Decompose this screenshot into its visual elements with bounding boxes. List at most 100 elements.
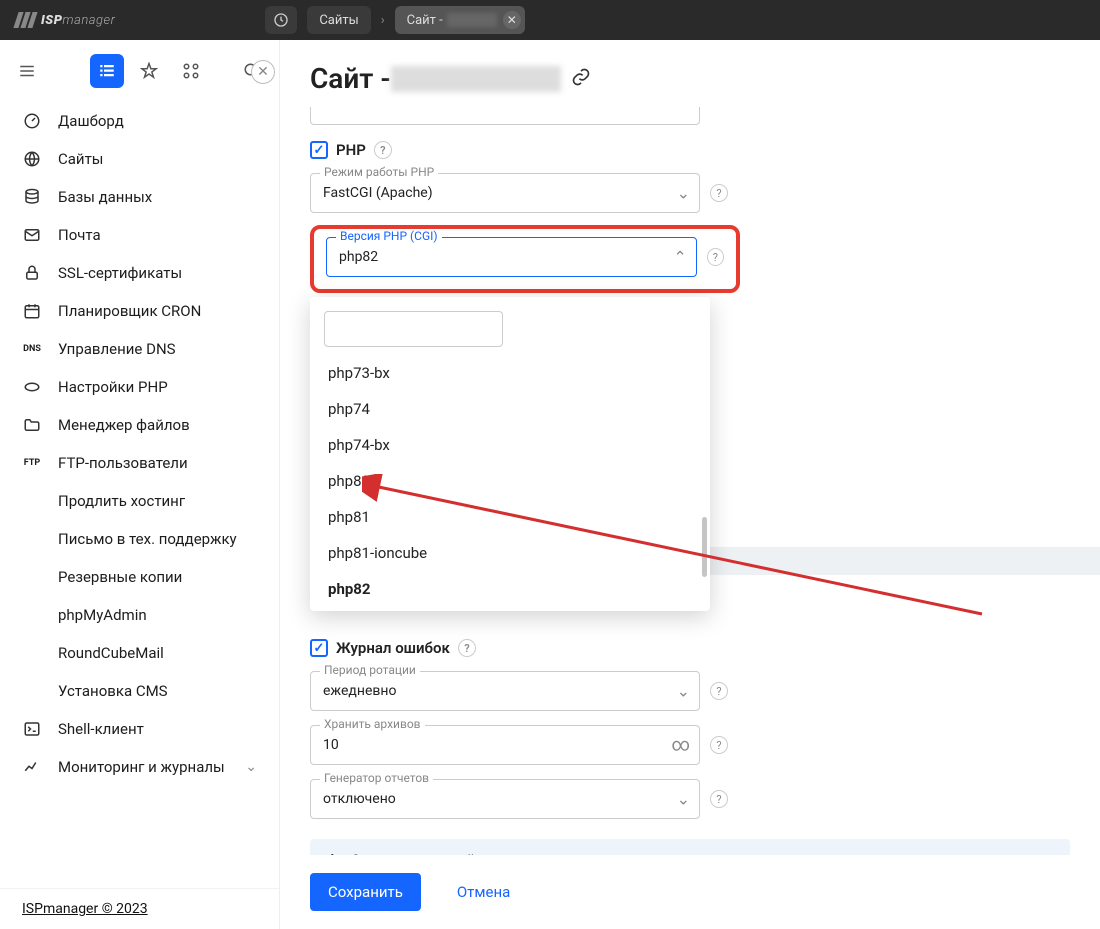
sidebar-item-label: phpMyAdmin <box>58 606 147 624</box>
sidebar-item-label: Планировщик CRON <box>58 302 201 320</box>
mail-icon <box>22 226 42 244</box>
select-php-version[interactable]: php82 <box>326 237 697 277</box>
dropdown-option[interactable]: php74-bx <box>310 427 710 463</box>
help-icon[interactable]: ? <box>710 682 728 700</box>
close-icon[interactable]: ✕ <box>503 11 521 29</box>
ftp-icon: FTP <box>22 458 42 468</box>
sidebar-item-dns[interactable]: DNSУправление DNS <box>0 330 279 368</box>
sidebar-item-label: Сайты <box>58 150 103 168</box>
dns-icon: DNS <box>22 344 42 354</box>
folder-icon <box>22 416 42 434</box>
apps-icon[interactable] <box>174 54 208 88</box>
help-icon[interactable]: ? <box>374 141 392 159</box>
field-rotation: Период ротации ежедневно ⌄ <box>310 671 700 711</box>
sidebar-item-label: Shell-клиент <box>58 720 144 738</box>
sidebar-item-label: FTP-пользователи <box>58 454 188 472</box>
sidebar-item-label: SSL-сертификаты <box>58 264 182 282</box>
sidebar-item-support[interactable]: Письмо в тех. поддержку <box>0 520 279 558</box>
select-php-mode[interactable]: FastCGI (Apache) <box>310 173 700 213</box>
help-icon[interactable]: ? <box>710 736 728 754</box>
sidebar-item-php[interactable]: Настройки PHP <box>0 368 279 406</box>
sidebar-item-label: Мониторинг и журналы <box>58 758 225 776</box>
sidebar-item-label: Дашборд <box>58 112 124 130</box>
sidebar-item-label: Установка CMS <box>58 682 168 700</box>
field-report: Генератор отчетов отключено ⌄ <box>310 779 700 819</box>
annotation-highlight: Версия PHP (CGI) php82 ⌃ ? <box>310 225 740 293</box>
action-bar: Сохранить Отмена <box>280 855 1100 929</box>
save-button[interactable]: Сохранить <box>310 873 421 911</box>
dropdown-option[interactable]: php80 <box>310 463 710 499</box>
sidebar-item-files[interactable]: Менеджер файлов <box>0 406 279 444</box>
nav: Дашборд Сайты Базы данных Почта SSL-серт… <box>0 96 279 888</box>
calendar-icon <box>22 302 42 320</box>
sidebar-item-dashboard[interactable]: Дашборд <box>0 102 279 140</box>
chevron-up-icon: ⌃ <box>326 851 339 855</box>
sidebar-toolbar <box>0 40 279 96</box>
sidebar-item-label: Настройки PHP <box>58 378 168 396</box>
cancel-button[interactable]: Отмена <box>439 873 528 911</box>
field-input[interactable] <box>310 107 700 125</box>
dropdown-search-input[interactable] <box>324 311 503 347</box>
lock-icon <box>22 264 42 282</box>
select-report[interactable]: отключено <box>310 779 700 819</box>
dropdown-option[interactable]: php74 <box>310 391 710 427</box>
list-view-icon[interactable] <box>90 54 124 88</box>
close-panel-icon[interactable]: ✕ <box>251 60 275 84</box>
sidebar-item-sites[interactable]: Сайты <box>0 140 279 178</box>
globe-icon <box>22 150 42 168</box>
help-icon[interactable]: ? <box>458 639 476 657</box>
page-header: Сайт - <box>280 40 1100 107</box>
dropdown-option[interactable]: php73-bx <box>310 355 710 391</box>
help-icon[interactable]: ? <box>707 248 724 266</box>
recent-icon[interactable] <box>265 6 297 34</box>
breadcrumb-site-current[interactable]: Сайт - ✕ <box>395 6 525 34</box>
help-icon[interactable]: ? <box>710 790 728 808</box>
dropdown-option[interactable]: php81-ioncube <box>310 535 710 571</box>
star-icon[interactable] <box>132 54 166 88</box>
sidebar-item-mail[interactable]: Почта <box>0 216 279 254</box>
page-title: Сайт - <box>310 62 561 95</box>
breadcrumb-sites[interactable]: Сайты <box>307 6 370 34</box>
sidebar-item-label: Продлить хостинг <box>58 492 185 510</box>
input-archives[interactable]: 10 <box>310 725 700 765</box>
sidebar-item-roundcube[interactable]: RoundCubeMail <box>0 634 279 672</box>
link-icon[interactable] <box>571 67 591 91</box>
breadcrumb-label: Сайты <box>319 13 358 28</box>
sidebar-item-label: Базы данных <box>58 188 152 206</box>
scrollbar-thumb[interactable] <box>702 517 707 577</box>
accordion-optimization[interactable]: ⌃ Оптимизация сайта <box>310 839 1070 855</box>
sidebar-item-monitoring[interactable]: Мониторинг и журналы⌄ <box>0 748 279 786</box>
field-php-mode: Режим работы PHP FastCGI (Apache) ⌄ <box>310 173 700 213</box>
checkbox-php[interactable]: ✓ <box>310 141 328 159</box>
sidebar-item-phpmyadmin[interactable]: phpMyAdmin <box>0 596 279 634</box>
sidebar-item-shell[interactable]: Shell-клиент <box>0 710 279 748</box>
sidebar-item-ssl[interactable]: SSL-сертификаты <box>0 254 279 292</box>
logo-text: ISPmanager <box>41 13 115 28</box>
checkbox-label: PHP <box>336 141 366 159</box>
terminal-icon <box>22 720 42 738</box>
infinity-icon[interactable]: ∞ <box>671 735 690 756</box>
footer-copyright[interactable]: ISPmanager © 2023 <box>0 888 279 929</box>
breadcrumb-label: Сайт - <box>407 13 443 28</box>
field-archives: Хранить архивов 10 ∞ <box>310 725 700 765</box>
checkbox-errorlog[interactable]: ✓ <box>310 639 328 657</box>
menu-icon[interactable] <box>10 54 44 88</box>
dropdown-option-selected[interactable]: php82 <box>310 571 710 607</box>
sidebar-item-renew[interactable]: Продлить хостинг <box>0 482 279 520</box>
logo[interactable]: ISPmanager <box>16 0 115 40</box>
help-icon[interactable]: ? <box>710 184 728 202</box>
sidebar-item-cron[interactable]: Планировщик CRON <box>0 292 279 330</box>
dropdown-option[interactable]: php81 <box>310 499 710 535</box>
redacted-text <box>447 13 497 27</box>
select-rotation[interactable]: ежедневно <box>310 671 700 711</box>
sidebar-item-databases[interactable]: Базы данных <box>0 178 279 216</box>
dropdown-list: php73-bx php74 php74-bx php80 php81 php8… <box>310 355 710 607</box>
sidebar-item-backups[interactable]: Резервные копии <box>0 558 279 596</box>
sidebar-item-cms[interactable]: Установка CMS <box>0 672 279 710</box>
main: Сайт - ✓ PHP ? Режим работы PHP FastCGI … <box>280 40 1100 929</box>
sidebar-item-ftp[interactable]: FTP FTP-пользователи <box>0 444 279 482</box>
gauge-icon <box>22 112 42 130</box>
database-icon <box>22 188 42 206</box>
redacted-text <box>391 66 561 92</box>
checkbox-row-php: ✓ PHP ? <box>310 141 1070 159</box>
